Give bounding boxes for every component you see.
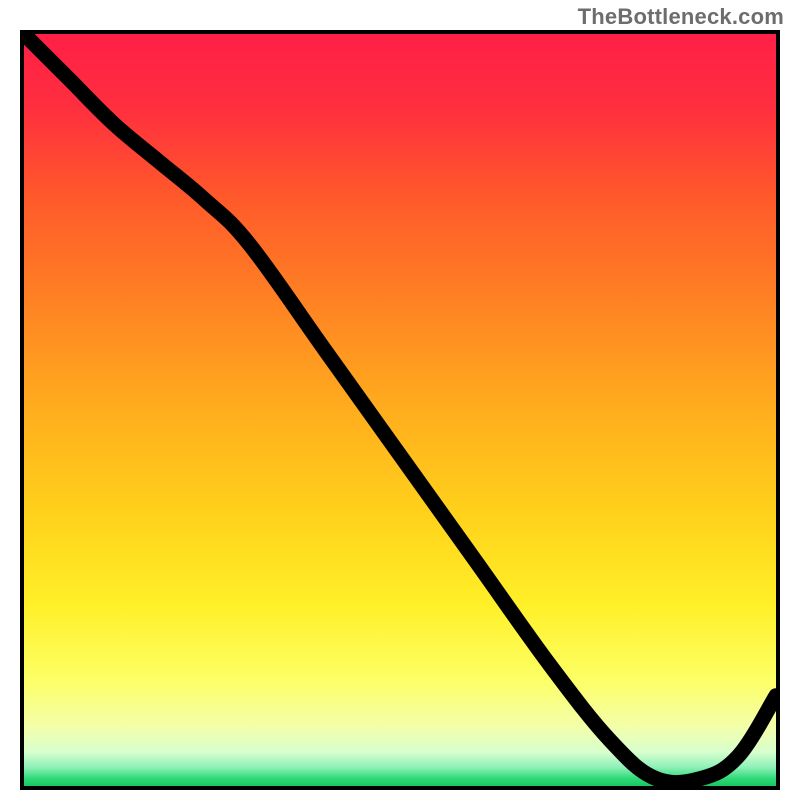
- chart-plot-area: [24, 34, 776, 786]
- watermark-text: TheBottleneck.com: [578, 4, 784, 30]
- chart-marker-layer: [24, 34, 776, 786]
